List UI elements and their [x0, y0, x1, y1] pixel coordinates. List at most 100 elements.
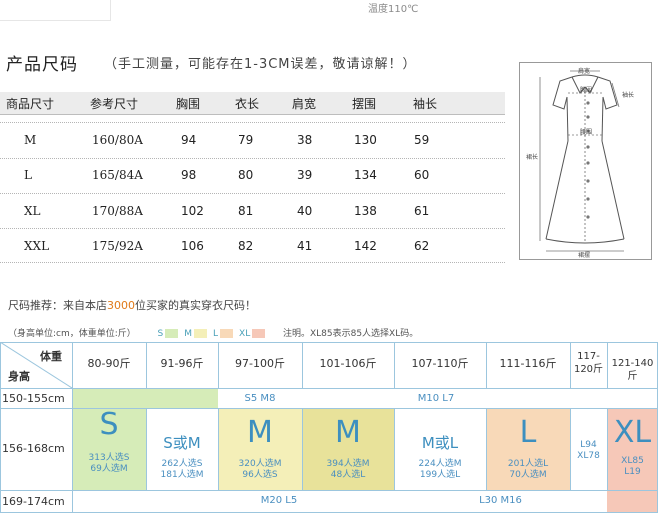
temperature-label: 温度110℃: [368, 4, 419, 15]
size-table-value-cell: 160/80A: [92, 133, 143, 147]
grid-weight-header: 91-96斤: [160, 357, 204, 370]
top-border-frame: [0, 0, 111, 21]
size-table-size-cell: M: [24, 133, 37, 147]
grid-cell-line2: 96人选S: [242, 470, 278, 480]
size-table-col-header: 袖长: [413, 97, 438, 111]
grid-cell-line2: 70人选M: [509, 470, 547, 480]
measure-note: （手工测量，可能存在1-3CM误差，敬请谅解！）: [104, 57, 417, 72]
grid-row3-label-b: L30 M16: [479, 495, 522, 506]
size-table-divider: [0, 262, 505, 263]
size-table-divider: [0, 158, 505, 159]
grid-hline: [0, 512, 658, 513]
grid-cell-bg: [72, 388, 218, 408]
grid-cell-size: S或M: [163, 434, 201, 452]
grid-weight-header: 111-116斤: [499, 357, 557, 370]
size-recommend-grid: 体重 身高 80-90斤 91-96斤 97-100斤 101-106斤 107-110斤 1…: [0, 342, 658, 532]
size-table-value-cell: 102: [181, 204, 204, 218]
grid-weight-header: 80-90斤: [87, 357, 131, 370]
size-table-value-cell: 175/92A: [92, 239, 143, 253]
grid-hline: [0, 388, 658, 389]
diagram-sleeve-label: 袖长: [622, 91, 634, 99]
grid-cell-size: L: [519, 415, 537, 450]
grid-cell-size: XL: [613, 415, 652, 450]
size-table-value-cell: 41: [297, 239, 313, 253]
size-table-size-cell: XXL: [24, 239, 50, 253]
legend-swatch: [165, 329, 179, 338]
legend-label: M: [184, 329, 193, 339]
diagram-length-label: 裙长: [526, 153, 538, 161]
recommend-count: 3000: [107, 299, 135, 312]
size-table-value-cell: 81: [238, 204, 254, 218]
size-table-value-cell: 62: [414, 239, 430, 253]
grid-cell-size: S: [99, 407, 119, 442]
recommend-prefix: 尺码推荐：来自本店: [8, 299, 107, 312]
grid-hline: [0, 342, 658, 343]
legend-units: （身高单位:cm，体重单位:斤）: [8, 329, 136, 339]
size-table-col-header: 衣长: [235, 97, 260, 111]
size-table-size-cell: XL: [24, 204, 41, 218]
legend: （身高单位:cm，体重单位:斤） S M L XL 注明。XL85表示85人选择XL码…: [8, 326, 418, 339]
grid-corner-weight: 体重: [40, 350, 62, 363]
legend-swatch: [252, 329, 266, 338]
size-table-value-cell: 170/88A: [92, 204, 143, 218]
grid-cell-line1: XL85: [621, 456, 644, 466]
grid-cell-line2: 48人选L: [330, 470, 366, 480]
diagram-shoulder-label: 肩宽: [578, 67, 590, 75]
grid-weight-header: 121-140斤: [611, 358, 654, 382]
grid-height-label: 169-174cm: [2, 495, 65, 508]
size-table-value-cell: 79: [238, 133, 254, 147]
size-table-value-cell: 59: [414, 133, 430, 147]
recommend-suffix: 位买家的真实穿衣尺码！: [135, 299, 256, 312]
size-table-divider: [0, 122, 505, 123]
legend-note: 注明。XL85表示85人选择XL码。: [282, 329, 419, 339]
legend-label: XL: [239, 329, 251, 339]
size-table-value-cell: 106: [181, 239, 204, 253]
grid-hline: [0, 490, 658, 491]
diagram-bust-label: 胸围: [580, 86, 592, 94]
dress-illustration: 肩宽 胸围 腰围 袖长 裙长 裙摆: [526, 67, 634, 259]
size-table-value-cell: 165/84A: [92, 168, 143, 182]
grid-row1-label-b: M10 L7: [417, 393, 455, 404]
diagram-hem-label: 裙摆: [578, 251, 590, 259]
size-table-divider: [0, 193, 505, 194]
size-table-size-cell: L: [24, 168, 32, 182]
size-table-value-cell: 142: [354, 239, 377, 253]
grid-cell-line2: 199人选L: [419, 470, 461, 480]
size-table-value-cell: 80: [238, 168, 254, 182]
size-table-col-header: 胸围: [176, 97, 201, 111]
legend-swatch: [220, 329, 234, 338]
legend-label: L: [213, 329, 219, 339]
size-table-value-cell: 39: [297, 168, 313, 182]
size-table-value-cell: 138: [354, 204, 377, 218]
page-title: 产品尺码: [6, 55, 78, 75]
grid-cell-size: M: [247, 415, 273, 450]
grid-row1-label-a: S5 M8: [244, 393, 276, 404]
legend-swatch: [194, 329, 208, 338]
diagram-waist-label: 腰围: [580, 129, 592, 136]
grid-cell-size: M或L: [421, 434, 459, 452]
grid-height-label: 150-155cm: [2, 392, 65, 405]
size-table-value-cell: 98: [181, 168, 197, 182]
size-table-value-cell: 61: [414, 204, 430, 218]
grid-weight-header: 117-120斤: [573, 351, 604, 375]
grid-cell-line2: XL78: [577, 451, 600, 461]
grid-cell-line2: 181人选M: [160, 470, 204, 480]
grid-corner-height: 身高: [8, 370, 30, 383]
grid-weight-header: 101-106斤: [319, 357, 377, 370]
grid-cell-line1: L94: [580, 440, 597, 450]
size-table-value-cell: 38: [297, 133, 313, 147]
grid-cell-size: M: [335, 415, 361, 450]
grid-cell-line2: 69人选M: [90, 464, 128, 474]
grid-height-label: 156-168cm: [2, 442, 65, 455]
size-table-divider: [0, 228, 505, 229]
size-table-value-cell: 60: [414, 168, 430, 182]
grid-weight-header: 97-100斤: [235, 357, 285, 370]
size-table-value-cell: 134: [354, 168, 377, 182]
size-table-value-cell: 130: [354, 133, 377, 147]
size-table-value-cell: 40: [297, 204, 313, 218]
size-table-value-cell: 94: [181, 133, 197, 147]
dress-diagram: 肩宽 胸围 腰围 袖长 裙长 裙摆: [519, 62, 652, 260]
size-table-col-header: 摆围: [352, 97, 377, 111]
size-table-col-header: 商品尺寸: [6, 97, 55, 111]
recommend-title: 尺码推荐：来自本店3000位买家的真实穿衣尺码！: [8, 297, 256, 313]
